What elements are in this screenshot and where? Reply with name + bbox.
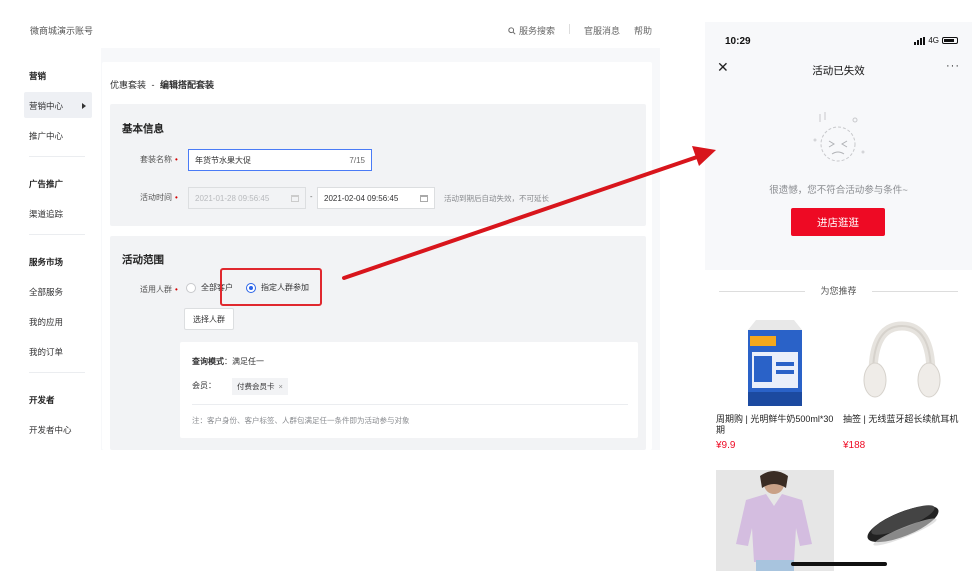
time-separator: - <box>310 192 313 201</box>
nav-bar: ✕ 活动已失效 ··· <box>705 56 972 84</box>
sidebar-group-ads: 广告推广 <box>29 179 64 189</box>
calendar-icon <box>291 194 299 202</box>
basic-info-section: 基本信息 套装名称 • 年货节水果大促 7/15 活动时间 • 2021-01-28… <box>110 104 646 226</box>
product-card[interactable] <box>843 470 961 571</box>
start-time-input: 2021-01-28 09:56:45 <box>188 187 306 209</box>
sidebar: 营销 营销中心 推广中心 广告推广 渠道追踪 服务市场 全部服务 我的应用 我的… <box>18 48 101 450</box>
sad-face-icon <box>813 112 865 162</box>
status-bar: 10:29 4G <box>705 22 972 56</box>
recommend-line-right <box>872 291 958 292</box>
sidebar-item-promotion-center[interactable]: 推广中心 <box>29 130 63 142</box>
sidebar-item-developer-center[interactable]: 开发者中心 <box>29 424 72 436</box>
status-network: 4G <box>914 36 958 45</box>
help-link[interactable]: 帮助 <box>634 24 652 37</box>
sidebar-group-developer: 开发者 <box>29 395 55 405</box>
product-name: 周期购 | 光明鲜牛奶500ml*30期 <box>716 414 834 435</box>
sidebar-item-my-apps[interactable]: 我的应用 <box>29 316 63 328</box>
time-label: 活动时间 • <box>140 193 178 202</box>
signal-icon <box>914 36 926 45</box>
crowd-note: 注：客户身份、客户标签、人群包满足任一条件即为活动参与对象 <box>192 416 410 425</box>
product-name: 抽签 | 无线蓝牙超长续航耳机 <box>843 414 959 424</box>
recommend-header: 为您推荐 <box>705 284 972 298</box>
milk-carton-image <box>748 320 802 406</box>
product-card[interactable] <box>716 470 834 571</box>
scope-section: 活动范围 适用人群 • 全部客户 指定人群参加 选择人群 查询模式：满足任一 会员… <box>110 236 646 450</box>
nav-title: 活动已失效 <box>812 65 865 77</box>
messages-link[interactable]: 官服消息 <box>584 24 620 37</box>
service-search-label: 服务搜索 <box>518 26 555 36</box>
crowd-condition-box: 查询模式：满足任一 会员： 付费会员卡 × 注：客户身份、客户标签、人群包满足任一… <box>180 342 638 438</box>
breadcrumb-current: 编辑搭配套装 <box>160 80 215 90</box>
close-icon[interactable]: × <box>279 382 283 391</box>
status-time: 10:29 <box>725 36 751 47</box>
basic-info-title: 基本信息 <box>122 123 164 135</box>
caret-right-icon <box>82 103 86 109</box>
name-counter: 7/15 <box>349 155 365 165</box>
network-type: 4G <box>928 36 939 45</box>
search-icon <box>508 26 516 35</box>
service-search-link[interactable]: 服务搜索 <box>508 24 555 37</box>
visit-shop-button[interactable]: 进店逛逛 <box>791 208 885 236</box>
member-tag-label: 付费会员卡 <box>237 382 275 391</box>
shop-name: 微商城演示账号 <box>30 26 94 36</box>
breadcrumb-parent[interactable]: 优惠套装 <box>110 80 146 90</box>
recommend-section: 为您推荐 周期购 | 光明鲜牛奶500ml*30期 ¥9.9 抽签 | 无线蓝牙… <box>705 270 972 571</box>
scope-title: 活动范围 <box>122 254 164 266</box>
sidebar-divider <box>29 234 85 235</box>
phone-screenshot: 10:29 4G ✕ 活动已失效 ··· 很遗憾，您不符合活动参与条件~ 进店逛… <box>705 22 972 571</box>
sidebar-item-marketing-center[interactable]: 营销中心 <box>29 100 63 112</box>
name-label: 套装名称 • <box>140 155 178 164</box>
headphones-image <box>863 321 941 398</box>
radio-all[interactable] <box>186 282 196 293</box>
admin-topbar: 微商城演示账号 服务搜索 官服消息 帮助 <box>18 18 660 48</box>
member-label: 会员 <box>192 381 208 390</box>
sidebar-divider <box>29 372 85 373</box>
empty-message: 很遗憾，您不符合活动参与条件~ <box>769 185 908 196</box>
more-icon[interactable]: ··· <box>946 60 960 72</box>
name-input-value: 年货节水果大促 <box>195 155 251 165</box>
calendar-icon <box>420 194 428 202</box>
top-links: 服务搜索 官服消息 帮助 <box>508 24 652 37</box>
time-hint: 活动到期后自动失效，不可延长 <box>444 194 549 203</box>
query-mode-row: 查询模式：满足任一 <box>192 357 264 366</box>
empty-state: 很遗憾，您不符合活动参与条件~ 进店逛逛 <box>705 84 972 270</box>
sidebar-item-channel-tracking[interactable]: 渠道追踪 <box>29 208 63 220</box>
start-time-value: 2021-01-28 09:56:45 <box>195 193 270 203</box>
admin-screenshot: 微商城演示账号 服务搜索 官服消息 帮助 营销 营销中心 推广中心 广告推广 渠… <box>18 18 660 450</box>
breadcrumb-separator: - <box>151 80 155 90</box>
query-mode-value: 满足任一 <box>232 357 264 366</box>
product-card[interactable]: 抽签 | 无线蓝牙超长续航耳机 ¥188 <box>843 312 961 462</box>
home-indicator <box>791 562 887 566</box>
member-tag: 付费会员卡 × <box>232 376 288 395</box>
sidebar-divider <box>29 156 85 157</box>
sidebar-item-my-orders[interactable]: 我的订单 <box>29 346 63 358</box>
shirt-model-image <box>716 470 834 571</box>
select-crowd-button[interactable]: 选择人群 <box>184 308 234 330</box>
box-divider <box>192 404 628 405</box>
breadcrumb: 优惠套装 - 编辑搭配套装 <box>110 78 214 91</box>
audience-label: 适用人群 • <box>140 285 178 294</box>
top-divider <box>568 24 570 34</box>
product-price: ¥9.9 <box>716 440 736 451</box>
highlight-box <box>220 268 322 306</box>
name-input[interactable]: 年货节水果大促 7/15 <box>188 149 372 171</box>
main-card: 优惠套装 - 编辑搭配套装 基本信息 套装名称 • 年货节水果大促 7/15 活动… <box>102 62 652 450</box>
member-row: 会员： <box>192 381 216 390</box>
mouse-image <box>867 505 939 546</box>
sidebar-item-all-services[interactable]: 全部服务 <box>29 286 63 298</box>
sidebar-group-marketing: 营销 <box>29 71 47 81</box>
sidebar-group-service-market: 服务市场 <box>29 257 64 267</box>
query-mode-label: 查询模式 <box>192 357 224 366</box>
product-card[interactable]: 周期购 | 光明鲜牛奶500ml*30期 ¥9.9 <box>716 312 834 462</box>
product-price: ¥188 <box>843 440 866 451</box>
end-time-value: 2021-02-04 09:56:45 <box>324 193 399 203</box>
end-time-input[interactable]: 2021-02-04 09:56:45 <box>317 187 435 209</box>
battery-icon <box>942 37 958 44</box>
